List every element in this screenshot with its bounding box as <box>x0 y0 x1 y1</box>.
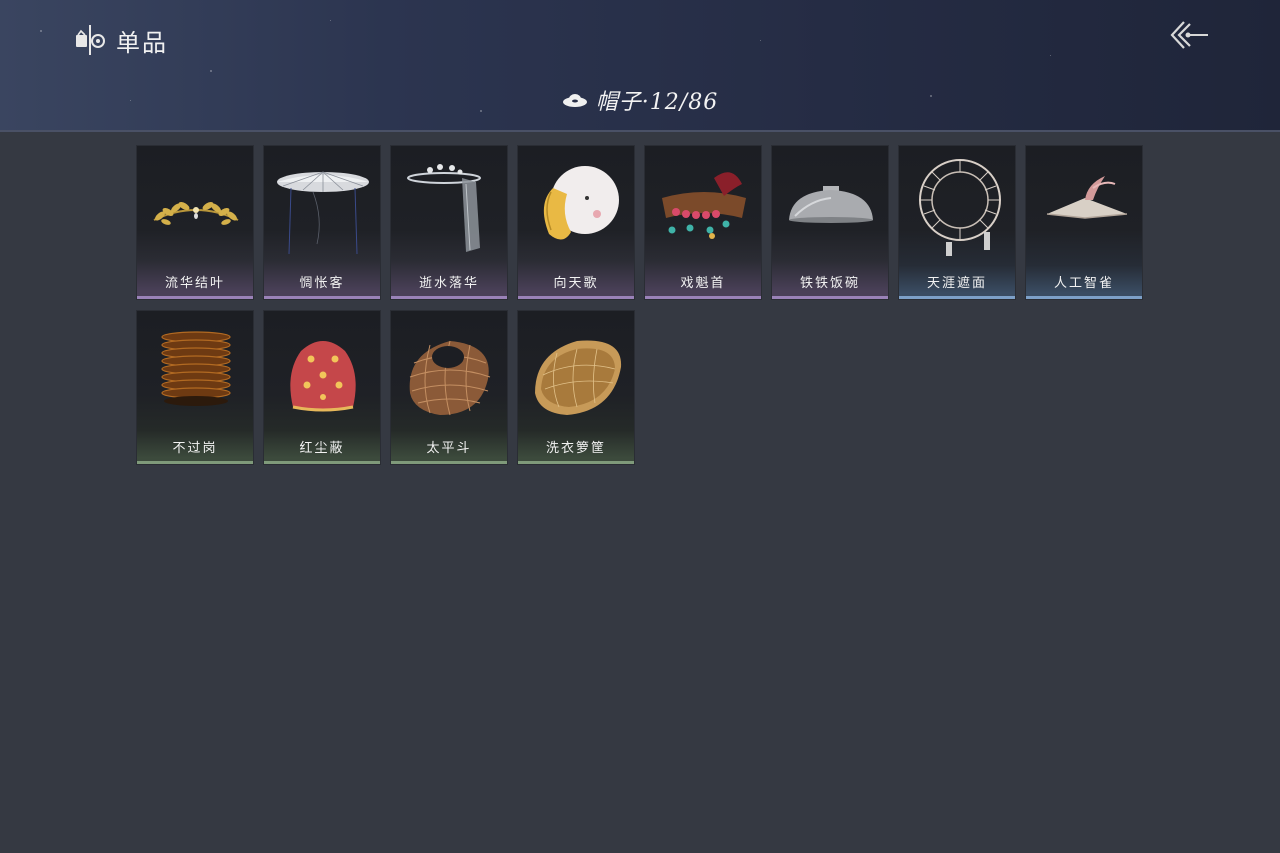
back-arrow-icon[interactable] <box>1166 18 1210 52</box>
wardrobe-icon <box>76 25 105 55</box>
item-name: 红尘蔽 <box>299 441 345 456</box>
item-card[interactable]: 红尘蔽 <box>263 310 381 465</box>
item-card[interactable]: 向天歌 <box>517 145 635 300</box>
laundry-basket-hat-icon <box>535 340 622 415</box>
section-title-text: 单品 <box>116 28 168 57</box>
bird-flat-hat-icon <box>1046 176 1128 219</box>
ornate-veil-hairpiece-icon <box>407 164 481 252</box>
wicker-basket-hat-icon <box>409 340 491 416</box>
item-name: 逝水落华 <box>418 276 479 291</box>
item-name: 铁铁饭碗 <box>799 276 860 291</box>
opera-headdress-icon <box>662 172 746 239</box>
item-card[interactable]: 天涯遮面 <box>898 145 1016 300</box>
item-name: 天涯遮面 <box>926 276 987 291</box>
item-name: 人工智雀 <box>1053 276 1114 291</box>
stacked-bowls-hat-icon <box>161 331 231 406</box>
item-name: 洗衣箩筐 <box>545 441 606 456</box>
iron-bowl-hat-icon <box>789 186 873 223</box>
item-card[interactable]: 不过岗 <box>136 310 254 465</box>
category-header: 帽子·12/86 <box>0 84 1280 116</box>
top-banner: 单品 帽子·12/86 <box>0 0 1280 132</box>
item-card[interactable]: 戏魁首 <box>644 145 762 300</box>
hat-icon <box>562 94 587 107</box>
item-card[interactable]: 铁铁饭碗 <box>771 145 889 300</box>
item-grid: 流华结叶 惆怅客 逝水落华 向天歌 戏魁首 铁铁饭碗 天涯遮面 人工智雀 不过岗… <box>136 145 1146 465</box>
item-card[interactable]: 流华结叶 <box>136 145 254 300</box>
item-card[interactable]: 洗衣箩筐 <box>517 310 635 465</box>
veiled-bamboo-hat-icon <box>277 171 369 255</box>
goose-hood-icon <box>543 166 619 240</box>
golden-laurel-crown-icon <box>153 202 239 225</box>
item-card[interactable]: 太平斗 <box>390 310 508 465</box>
item-card[interactable]: 人工智雀 <box>1025 145 1143 300</box>
item-name: 不过岗 <box>172 441 218 456</box>
section-title: 单品 <box>74 22 168 58</box>
frame-umbrella-hat-icon <box>919 159 1001 256</box>
item-name: 太平斗 <box>426 441 472 456</box>
item-name: 流华结叶 <box>164 276 225 291</box>
item-name: 向天歌 <box>553 276 599 291</box>
item-card[interactable]: 逝水落华 <box>390 145 508 300</box>
category-label: 帽子·12/86 <box>595 90 719 115</box>
item-card[interactable]: 惆怅客 <box>263 145 381 300</box>
item-name: 戏魁首 <box>680 276 726 291</box>
red-embroidered-hood-icon <box>290 341 356 412</box>
item-name: 惆怅客 <box>299 276 345 291</box>
